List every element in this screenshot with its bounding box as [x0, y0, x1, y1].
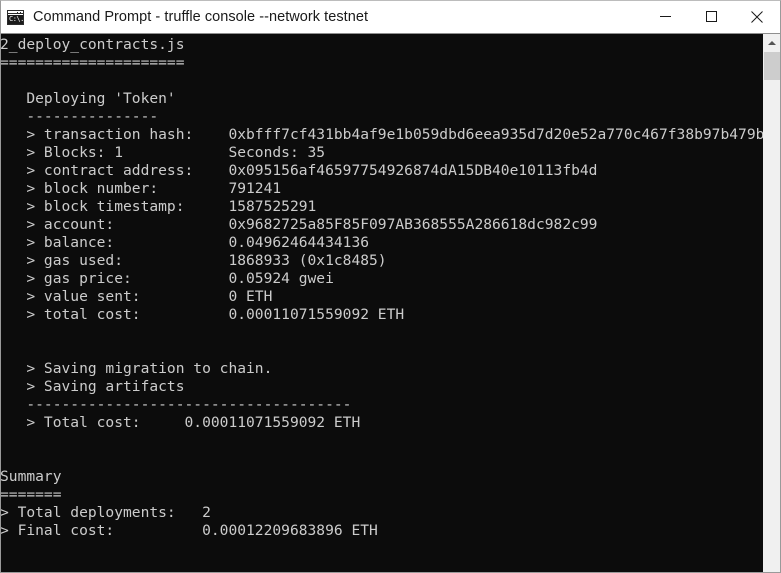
command-prompt-window: C:\. Command Prompt - truffle console --… — [0, 0, 781, 573]
maximize-icon — [705, 11, 717, 22]
window-titlebar[interactable]: C:\. Command Prompt - truffle console --… — [1, 1, 780, 33]
icon-dot-1 — [20, 11, 21, 13]
window-controls — [642, 1, 780, 33]
icon-prompt-text: C:\. — [8, 14, 24, 24]
chevron-up-icon — [768, 40, 776, 45]
scroll-up-button[interactable] — [764, 34, 780, 51]
vertical-scrollbar[interactable] — [763, 34, 780, 572]
minimize-icon — [659, 16, 671, 17]
minimize-button[interactable] — [642, 1, 688, 32]
scrollbar-track[interactable] — [764, 51, 780, 572]
maximize-button[interactable] — [688, 1, 734, 32]
titlebar-left-group: C:\. Command Prompt - truffle console --… — [1, 9, 642, 25]
close-icon — [751, 10, 763, 23]
close-button[interactable] — [734, 1, 780, 32]
terminal-output[interactable]: 2_deploy_contracts.js ==================… — [1, 34, 763, 572]
console-area: 2_deploy_contracts.js ==================… — [1, 33, 780, 572]
scrollbar-thumb[interactable] — [764, 52, 780, 80]
terminal-text: 2_deploy_contracts.js ==================… — [1, 36, 763, 539]
window-title: Command Prompt - truffle console --netwo… — [33, 9, 369, 25]
command-prompt-icon: C:\. — [7, 9, 24, 25]
icon-dot-2 — [17, 11, 18, 13]
